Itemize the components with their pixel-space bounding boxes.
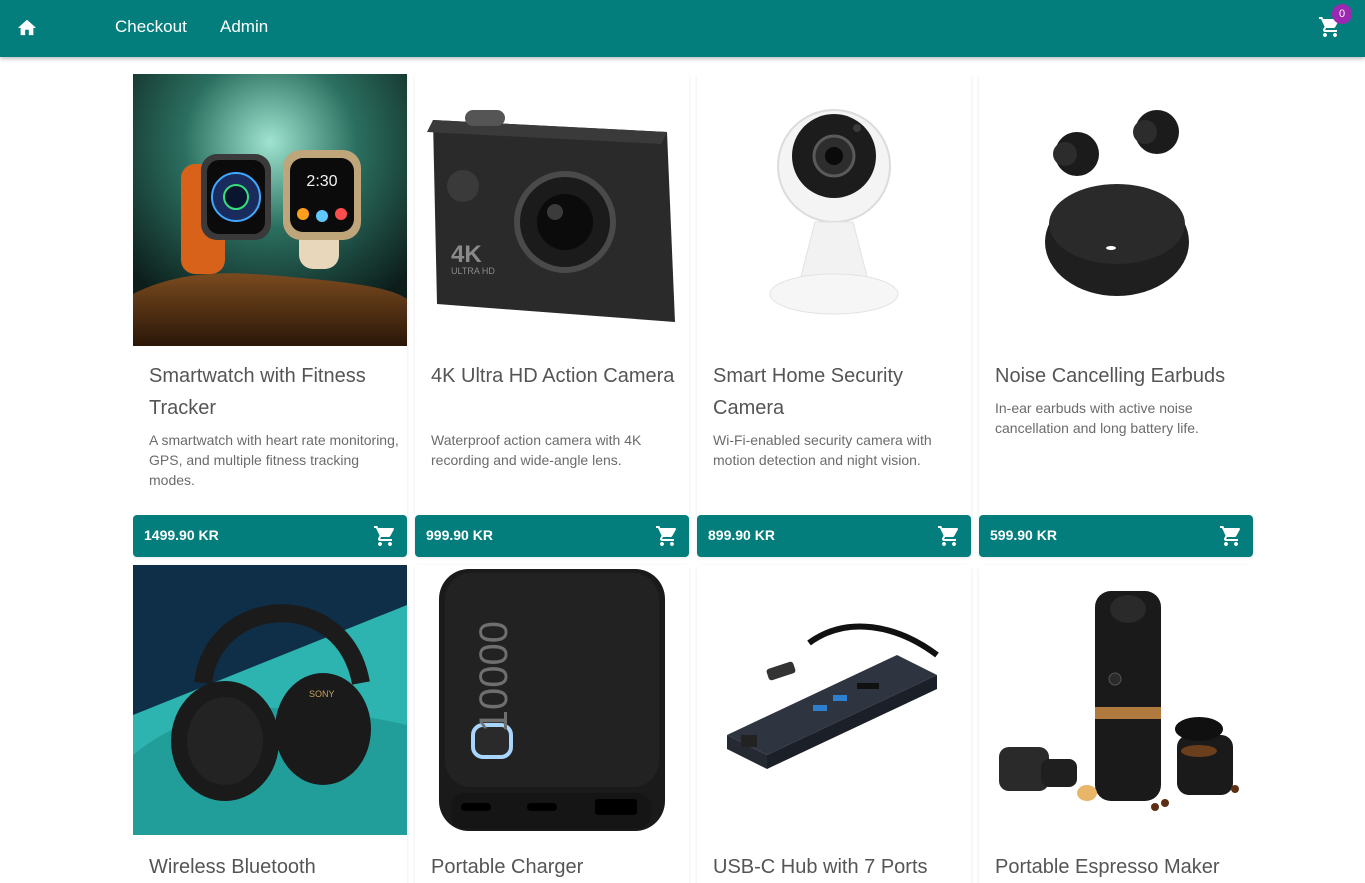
- add-to-cart-bar[interactable]: 1499.90 KR: [133, 515, 407, 557]
- product-card: 4K ULTRA HD 4K Ultra HD Action Camera Wa…: [415, 74, 689, 557]
- headphones-brand-text: SONY: [309, 689, 335, 699]
- product-card: Portable Espresso Maker: [979, 565, 1253, 883]
- top-app-bar: Checkout Admin 0: [0, 0, 1365, 57]
- product-image-earbuds[interactable]: [979, 74, 1253, 346]
- add-to-cart-bar[interactable]: 599.90 KR: [979, 515, 1253, 557]
- product-title: Portable Espresso Maker: [995, 856, 1220, 878]
- product-title: Smartwatch with Fitness Tracker: [149, 365, 366, 419]
- product-title: USB-C Hub with 7 Ports: [713, 856, 928, 878]
- product-image-smartwatch[interactable]: 2:30: [133, 74, 407, 346]
- charger-capacity-text: 10000: [472, 621, 516, 732]
- product-description: In-ear earbuds with active noise cancell…: [995, 400, 1199, 436]
- nav-checkout-link[interactable]: Checkout: [115, 17, 187, 37]
- product-description: A smartwatch with heart rate monitoring,…: [149, 432, 399, 488]
- product-image-usb-hub[interactable]: [697, 565, 971, 835]
- product-price: 1499.90 KR: [144, 527, 219, 543]
- product-card: SONY Wireless Bluetooth: [133, 565, 407, 883]
- product-card: 2:30 Smartwatch with Fitness Tracker A s…: [133, 74, 407, 557]
- product-title: Portable Charger: [431, 856, 584, 878]
- product-title: Wireless Bluetooth: [149, 856, 316, 878]
- product-title: Noise Cancelling Earbuds: [995, 365, 1226, 387]
- home-button[interactable]: [14, 14, 40, 40]
- product-description: Wi-Fi-enabled security camera with motio…: [713, 432, 932, 468]
- product-image-espresso-maker[interactable]: [979, 565, 1253, 835]
- add-to-cart-icon[interactable]: [937, 524, 961, 548]
- product-image-action-camera[interactable]: 4K ULTRA HD: [415, 74, 689, 346]
- product-image-portable-charger[interactable]: 10000: [415, 565, 689, 835]
- product-title: 4K Ultra HD Action Camera: [431, 365, 675, 387]
- home-icon: [17, 19, 37, 36]
- product-card: USB-C Hub with 7 Ports: [697, 565, 971, 883]
- add-to-cart-bar[interactable]: 899.90 KR: [697, 515, 971, 557]
- add-to-cart-icon[interactable]: [373, 524, 397, 548]
- product-card: Noise Cancelling Earbuds In-ear earbuds …: [979, 74, 1253, 557]
- watch-time-text: 2:30: [306, 173, 337, 190]
- product-price: 899.90 KR: [708, 527, 775, 543]
- add-to-cart-icon[interactable]: [1219, 524, 1243, 548]
- product-price: 999.90 KR: [426, 527, 493, 543]
- product-image-headphones[interactable]: SONY: [133, 565, 407, 835]
- product-price: 599.90 KR: [990, 527, 1057, 543]
- cart-count-badge: 0: [1332, 4, 1352, 24]
- product-image-security-camera[interactable]: [697, 74, 971, 346]
- nav-admin-link[interactable]: Admin: [220, 17, 268, 37]
- camera-ultra-hd-text: ULTRA HD: [451, 266, 495, 276]
- product-card: Smart Home Security Camera Wi-Fi-enabled…: [697, 74, 971, 557]
- product-card: 10000 Portable Charger: [415, 565, 689, 883]
- product-grid: 2:30 Smartwatch with Fitness Tracker A s…: [133, 74, 1253, 883]
- add-to-cart-bar[interactable]: 999.90 KR: [415, 515, 689, 557]
- product-title: Smart Home Security Camera: [713, 365, 904, 419]
- add-to-cart-icon[interactable]: [655, 524, 679, 548]
- camera-4k-text: 4K: [451, 241, 482, 268]
- product-description: Waterproof action camera with 4K recordi…: [431, 432, 642, 468]
